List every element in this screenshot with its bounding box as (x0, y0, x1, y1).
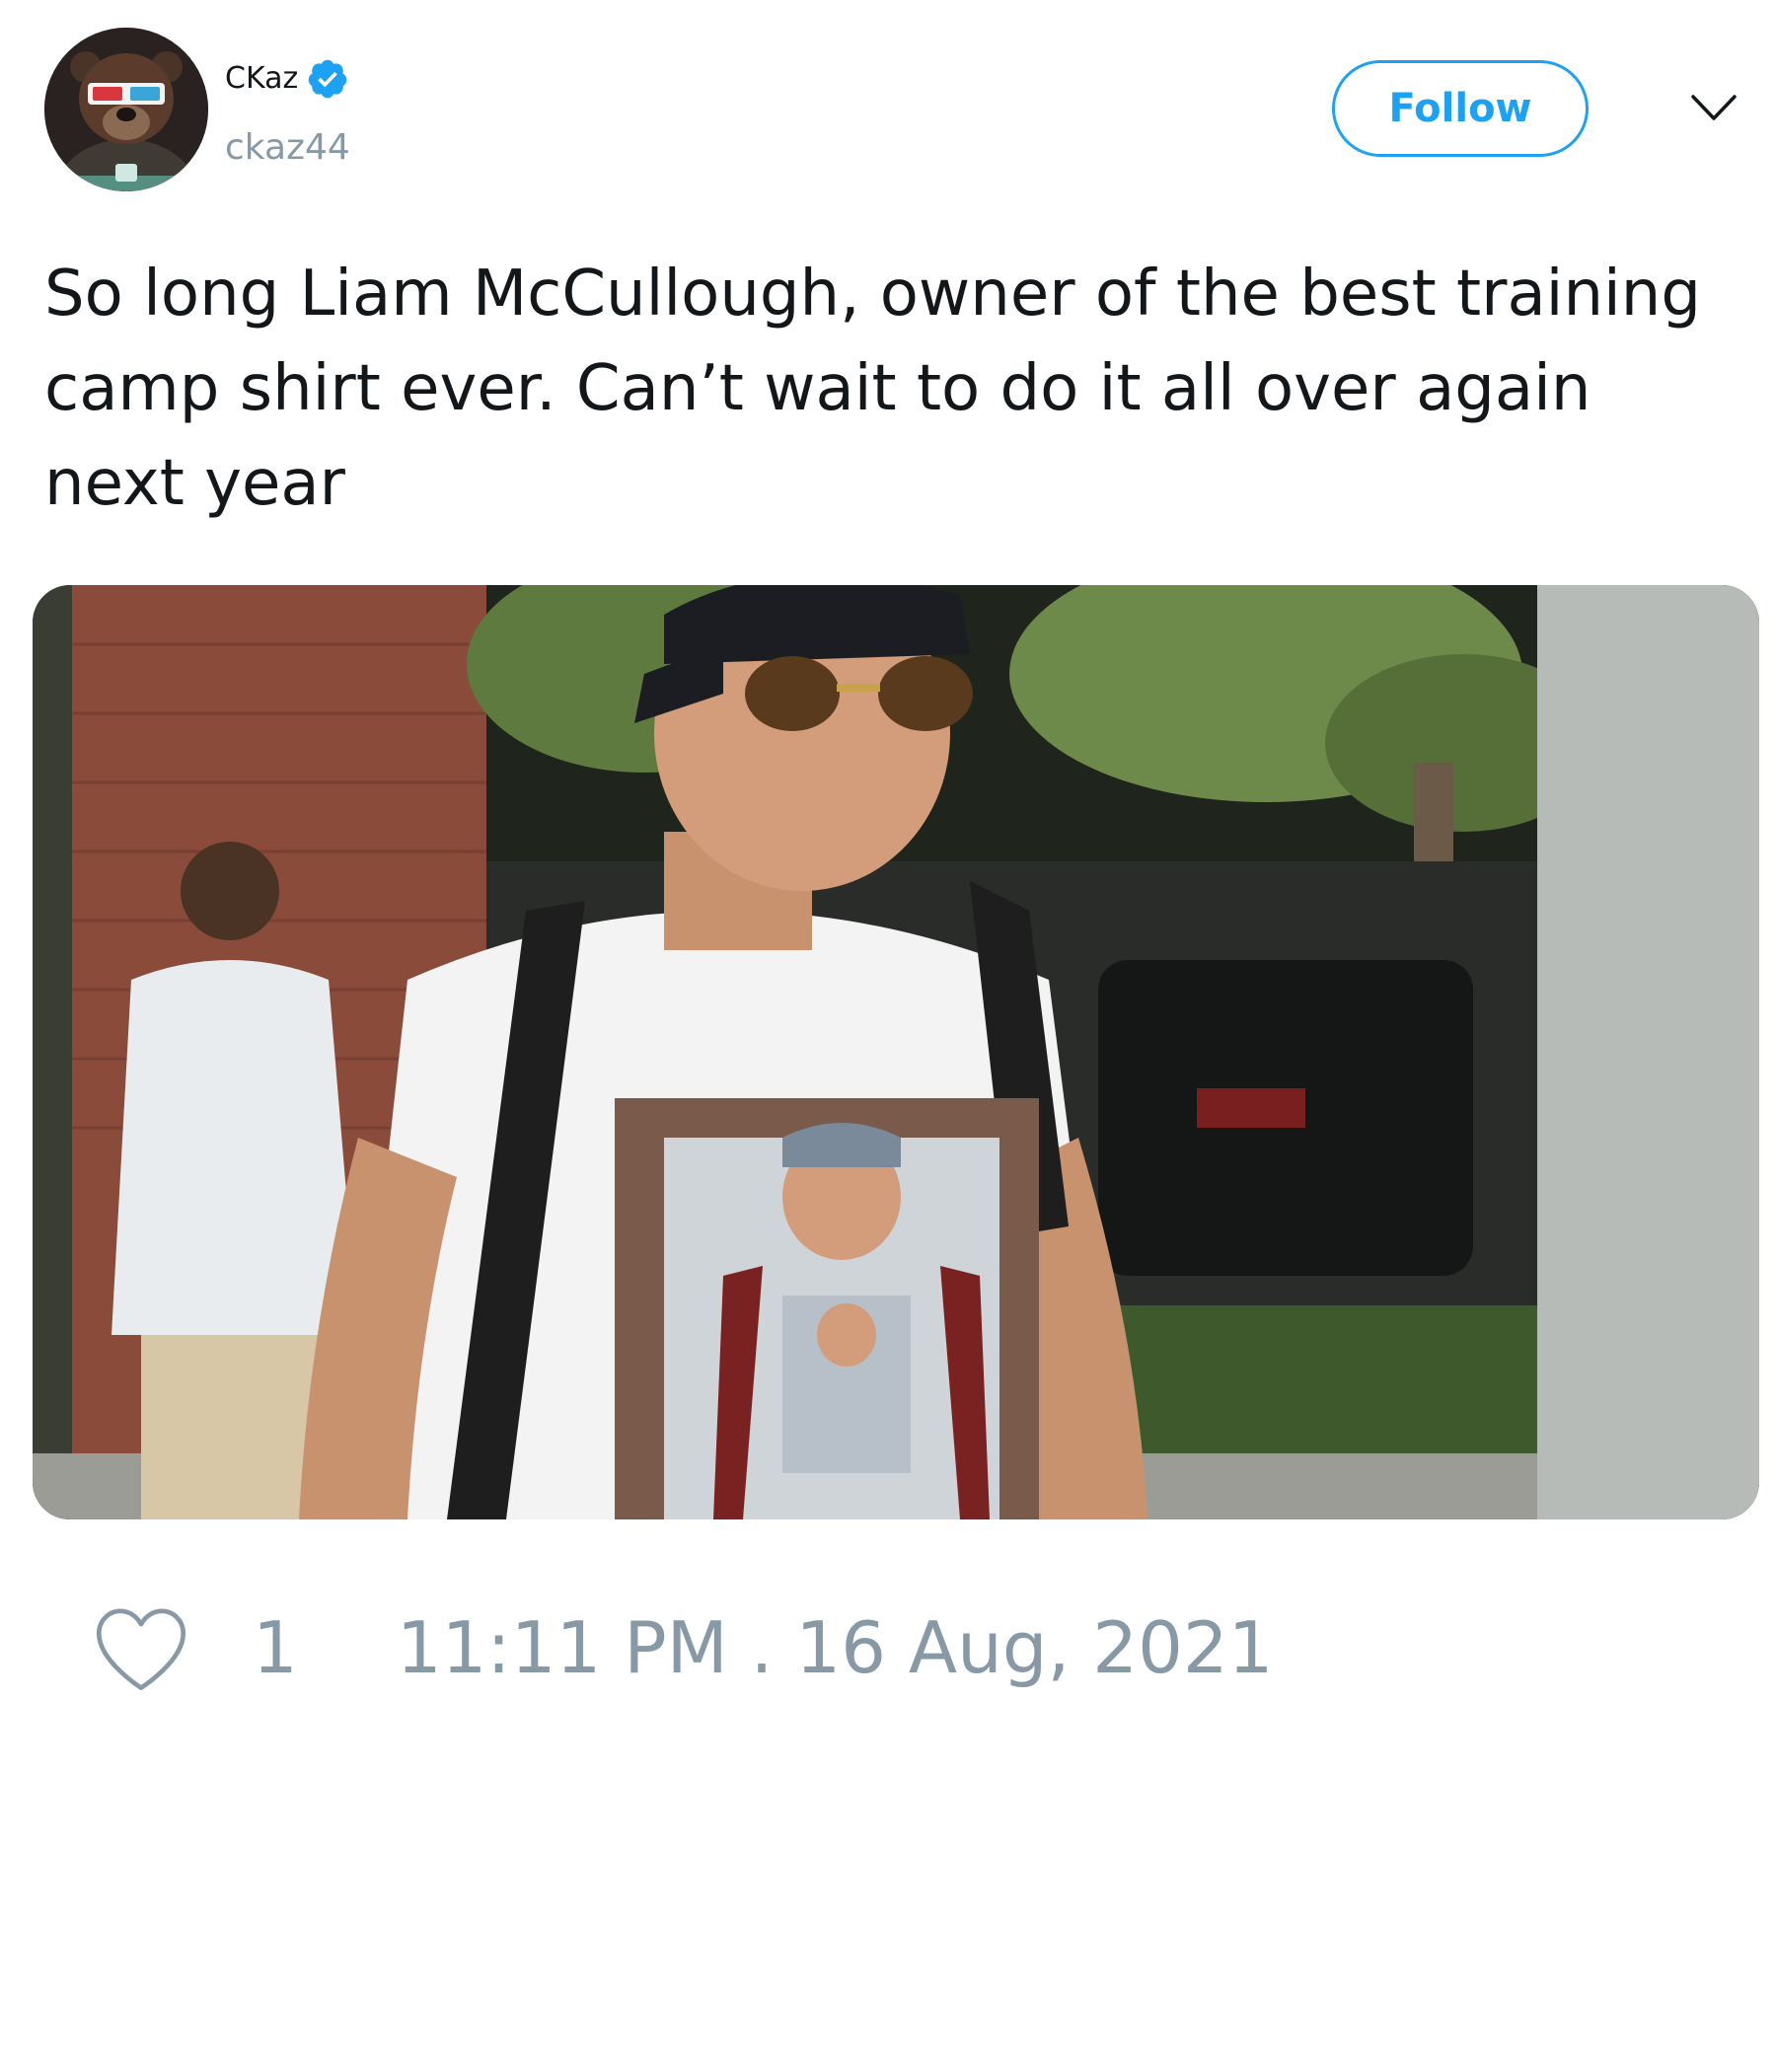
tweet-photo[interactable] (33, 585, 1759, 1519)
tweet-text: So long Liam McCullough, owner of the be… (44, 258, 1701, 520)
tweet-card: CKaz ckaz44 Follow So long Liam McCullou… (0, 0, 1776, 2072)
verified-badge-icon (308, 59, 347, 99)
heart-outline-icon[interactable] (89, 1601, 193, 1694)
like-count: 1 (253, 1606, 298, 1689)
display-name[interactable]: CKaz (225, 59, 298, 99)
timestamp[interactable]: 11:11 PM . 16 Aug, 2021 (397, 1606, 1274, 1689)
tweet-footer: 1 11:11 PM . 16 Aug, 2021 (89, 1598, 1274, 1697)
author-names: CKaz ckaz44 (225, 57, 350, 168)
photo-image (33, 585, 1759, 1519)
display-name-row[interactable]: CKaz (225, 57, 350, 101)
follow-button[interactable]: Follow (1332, 60, 1589, 157)
avatar[interactable] (44, 28, 208, 191)
handle[interactable]: ckaz44 (225, 128, 350, 168)
bear-avatar-icon (44, 28, 208, 191)
chevron-down-icon[interactable] (1689, 91, 1739, 126)
